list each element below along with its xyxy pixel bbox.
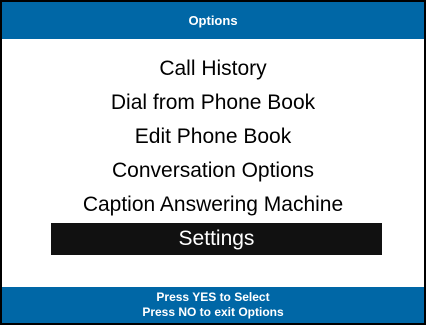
footer-no-instruction: Press NO to exit Options [142, 305, 284, 319]
menu-item-edit-phone-book[interactable]: Edit Phone Book [45, 120, 381, 154]
options-menu: Call History Dial from Phone Book Edit P… [2, 52, 424, 255]
footer-instructions: Press YES to Select Press NO to exit Opt… [2, 287, 424, 323]
menu-item-caption-answering-machine[interactable]: Caption Answering Machine [45, 188, 381, 222]
menu-item-call-history[interactable]: Call History [45, 52, 381, 86]
options-screen: Options Call History Dial from Phone Boo… [0, 0, 426, 325]
menu-item-conversation-options[interactable]: Conversation Options [45, 154, 381, 188]
menu-item-settings[interactable]: Settings [51, 223, 382, 255]
header-title: Options [2, 2, 424, 39]
footer-yes-instruction: Press YES to Select [156, 290, 270, 304]
menu-item-dial-from-phone-book[interactable]: Dial from Phone Book [45, 86, 381, 120]
